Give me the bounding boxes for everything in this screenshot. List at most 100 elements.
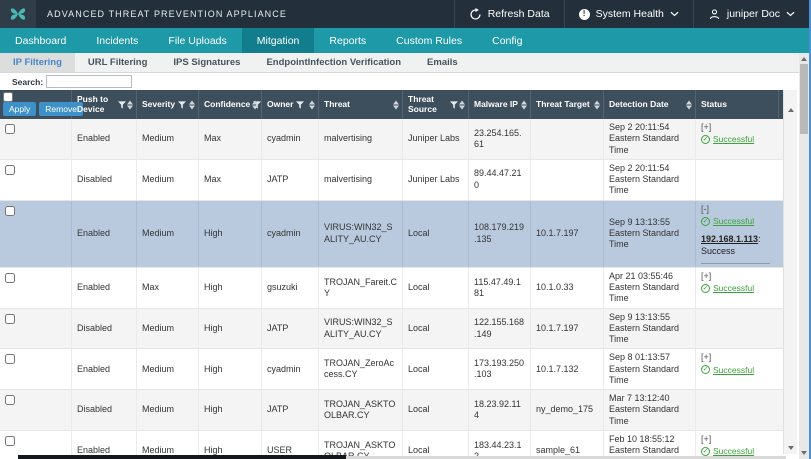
user-menu[interactable]: juniper Doc: [693, 0, 809, 28]
tab-url-filtering[interactable]: URL Filtering: [75, 53, 160, 72]
table-row[interactable]: DisabledMediumHighJATPVIRUS:WIN32_SALITY…: [0, 309, 783, 350]
scroll-down-icon[interactable]: [801, 451, 807, 455]
sort-icon[interactable]: [521, 100, 527, 109]
column-header-threat-target[interactable]: Threat Target: [531, 90, 604, 119]
table-row[interactable]: DisabledMediumMaxJATPmalvertisingJuniper…: [0, 160, 783, 201]
nav-item-incidents[interactable]: Incidents: [81, 28, 153, 53]
table-row[interactable]: EnabledMediumMaxcyadminmalvertisingJunip…: [0, 119, 783, 160]
nav-item-custom-rules[interactable]: Custom Rules: [381, 28, 477, 53]
cell-owner: JATP: [262, 309, 319, 349]
cell-target: ny_demo_175: [531, 390, 604, 430]
app-window: ADVANCED THREAT PREVENTION APPLIANCE Ref…: [0, 0, 811, 459]
sort-icon[interactable]: [594, 100, 600, 109]
scroll-up-icon[interactable]: [788, 108, 794, 112]
row-checkbox[interactable]: [5, 273, 15, 283]
scroll-down-icon[interactable]: [788, 446, 794, 450]
status-link[interactable]: Successful: [713, 283, 754, 294]
column-header-status: Status: [696, 90, 779, 119]
row-checkbox[interactable]: [5, 206, 15, 216]
table-scrollbar[interactable]: [783, 90, 797, 454]
table-row[interactable]: DisabledMediumHighJATPTROJAN_ASKTOOLBAR.…: [0, 390, 783, 431]
main-nav: DashboardIncidentsFile UploadsMitgationR…: [0, 28, 809, 53]
sort-icon[interactable]: [459, 100, 465, 109]
nav-item-dashboard[interactable]: Dashboard: [0, 28, 81, 53]
cell-owner: cyadmin: [262, 201, 319, 267]
select-all-checkbox[interactable]: [3, 92, 13, 102]
cell-source: Juniper Labs: [403, 119, 469, 159]
column-label: Status: [701, 100, 727, 109]
expand-toggle[interactable]: [+]: [701, 271, 774, 282]
sort-icon[interactable]: [252, 100, 258, 109]
row-checkbox[interactable]: [5, 165, 15, 175]
filter-icon[interactable]: [178, 101, 186, 109]
column-header-threat-source[interactable]: Threat Source: [403, 90, 469, 119]
cell-malware-ip: 173.193.250.103: [469, 349, 531, 389]
sort-icon[interactable]: [127, 100, 133, 109]
tab-emails[interactable]: Emails: [414, 53, 471, 72]
row-checkbox[interactable]: [5, 436, 15, 446]
table-row[interactable]: EnabledMediumHighcyadminTROJAN_ZeroAcces…: [0, 349, 783, 390]
nav-item-reports[interactable]: Reports: [314, 28, 381, 53]
status-link[interactable]: Successful: [713, 365, 754, 376]
expand-toggle[interactable]: [+]: [701, 352, 774, 363]
apply-button[interactable]: Apply: [3, 102, 36, 116]
tab-ips-signatures[interactable]: IPS Signatures: [160, 53, 253, 72]
refresh-data-button[interactable]: Refresh Data: [454, 0, 564, 28]
status-link[interactable]: Successful: [713, 216, 754, 227]
cell-date: Sep 9 13:13:55 Eastern Standard Time: [604, 201, 696, 267]
cell-severity: Medium: [137, 201, 199, 267]
filter-icon[interactable]: [118, 101, 126, 109]
column-header-malware-ip[interactable]: Malware IP: [469, 90, 531, 119]
row-checkbox[interactable]: [5, 314, 15, 324]
column-label: Severity: [142, 100, 175, 109]
filter-icon[interactable]: [296, 101, 304, 109]
row-checkbox[interactable]: [5, 124, 15, 134]
cell-push: Disabled: [72, 160, 137, 200]
cell-push: Disabled: [72, 309, 137, 349]
expand-toggle[interactable]: [+]: [701, 122, 774, 133]
cell-status: [+]✓Successful: [696, 349, 779, 389]
cell-date: Feb 10 18:55:12 Eastern Standard Time: [604, 431, 696, 459]
cell-confidence: Max: [199, 119, 262, 159]
page-scrollbar[interactable]: [799, 53, 809, 459]
cell-source: Local: [403, 268, 469, 308]
nav-item-file-uploads[interactable]: File Uploads: [153, 28, 241, 53]
cell-target: 10.1.7.132: [531, 349, 604, 389]
column-label: Detection Date: [609, 100, 669, 109]
scroll-up-icon[interactable]: [801, 57, 807, 61]
cell-severity: Medium: [137, 119, 199, 159]
tab-endpointinfection-verification[interactable]: EndpointInfection Verification: [253, 53, 414, 72]
scrollbar-thumb[interactable]: [800, 64, 808, 134]
column-header-threat[interactable]: Threat: [319, 90, 403, 119]
filter-icon[interactable]: [450, 101, 458, 109]
cell-confidence: Max: [199, 160, 262, 200]
row-checkbox[interactable]: [5, 354, 15, 364]
system-health-menu[interactable]: ! System Health: [564, 0, 693, 28]
cell-malware-ip: 115.47.49.181: [469, 268, 531, 308]
cell-source: Local: [403, 349, 469, 389]
column-header-owner[interactable]: Owner: [262, 90, 319, 119]
expand-toggle[interactable]: [-]: [701, 204, 774, 215]
column-header-confidence[interactable]: Confidence: [199, 90, 262, 119]
column-header-severity[interactable]: Severity: [137, 90, 199, 119]
column-label: Malware IP: [474, 100, 518, 109]
sort-icon[interactable]: [189, 100, 195, 109]
sort-icon[interactable]: [393, 100, 399, 109]
expand-toggle[interactable]: [+]: [701, 434, 774, 445]
column-header-detection-date[interactable]: Detection Date: [604, 90, 696, 119]
device-ip-link[interactable]: 192.168.1.113: [701, 234, 758, 244]
nav-item-config[interactable]: Config: [477, 28, 537, 53]
search-input[interactable]: [46, 75, 132, 88]
sort-icon[interactable]: [686, 100, 692, 109]
table-row[interactable]: EnabledMaxHighgsuzukiTROJAN_Fareit.CYLoc…: [0, 268, 783, 309]
nav-item-mitgation[interactable]: Mitgation: [242, 28, 315, 53]
sort-icon[interactable]: [309, 100, 315, 109]
table-body: EnabledMediumMaxcyadminmalvertisingJunip…: [0, 119, 783, 459]
cell-threat: TROJAN_Fareit.CY: [319, 268, 403, 308]
column-header-push-to-device[interactable]: Push to Device: [72, 90, 137, 119]
row-checkbox[interactable]: [5, 395, 15, 405]
tab-ip-filtering[interactable]: IP Filtering: [0, 53, 75, 72]
chevron-down-icon: [786, 11, 795, 17]
table-row[interactable]: EnabledMediumHighcyadminVIRUS:WIN32_SALI…: [0, 201, 783, 268]
status-link[interactable]: Successful: [713, 134, 754, 145]
